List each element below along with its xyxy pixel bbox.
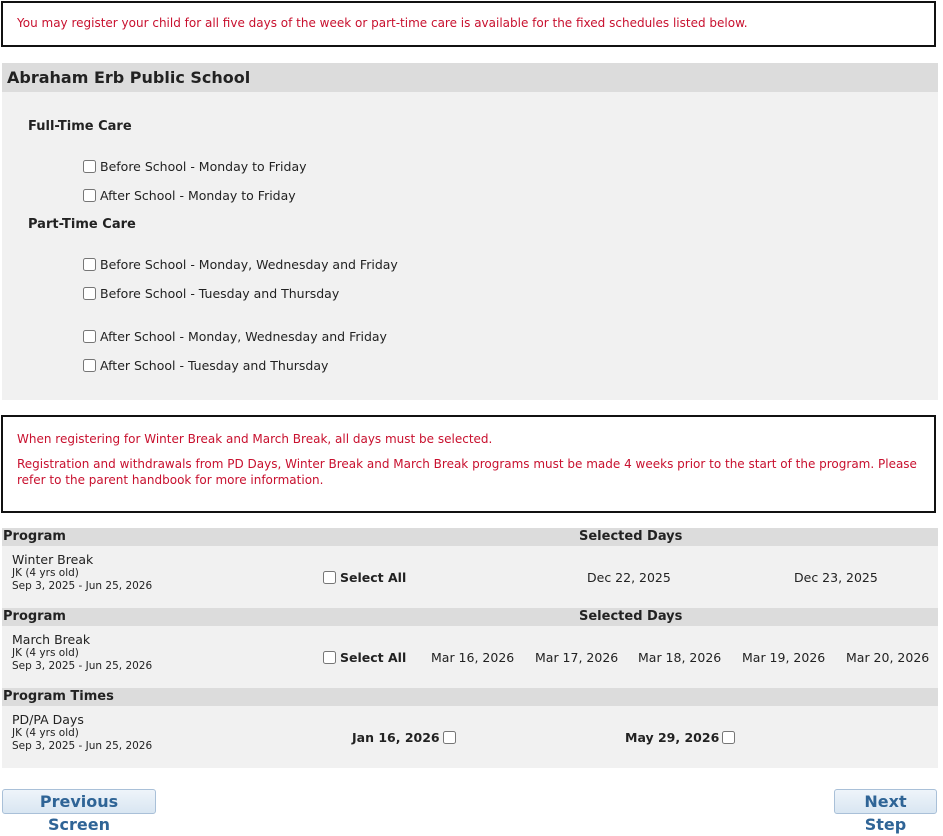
- checkbox-after-school-tt[interactable]: [83, 359, 96, 372]
- checkbox-before-school-tt[interactable]: [83, 287, 96, 300]
- program-grade: JK (4 yrs old): [12, 567, 79, 579]
- program-dates: Sep 3, 2025 - Jun 25, 2026: [12, 580, 153, 592]
- checkbox-before-school-mwf[interactable]: [83, 258, 96, 271]
- selected-days-column-header: Selected Days: [579, 609, 683, 624]
- full-time-care-heading: Full-Time Care: [28, 119, 132, 134]
- program-name: PD/PA Days: [12, 712, 84, 727]
- program-name: March Break: [12, 632, 91, 647]
- march-day-mar-18: Mar 18, 2026: [638, 650, 722, 665]
- pd-day-may-29[interactable]: May 29, 2026: [625, 730, 736, 745]
- pd-day-jan-16[interactable]: Jan 16, 2026: [352, 730, 456, 745]
- march-day-mar-20: Mar 20, 2026: [846, 650, 930, 665]
- program-times-column-header: Program Times: [3, 689, 114, 704]
- winter-break-info: Winter Break JK (4 yrs old) Sep 3, 2025 …: [12, 552, 152, 593]
- previous-screen-button[interactable]: Previous Screen: [2, 789, 156, 834]
- pd-header-band: Program Times: [2, 688, 938, 706]
- march-day-mar-17: Mar 17, 2026: [535, 650, 619, 665]
- checkbox-after-school-mwf[interactable]: [83, 330, 96, 343]
- winter-select-all[interactable]: Select All: [323, 570, 406, 585]
- registration-notice-text: You may register your child for all five…: [17, 16, 748, 30]
- program-dates: Sep 3, 2025 - Jun 25, 2026: [12, 660, 153, 672]
- part-time-care-heading: Part-Time Care: [28, 217, 136, 232]
- program-grade: JK (4 yrs old): [12, 647, 79, 659]
- march-day-mar-16: Mar 16, 2026: [431, 650, 515, 665]
- school-name: Abraham Erb Public School: [2, 63, 938, 92]
- winter-select-all-checkbox[interactable]: [323, 571, 336, 584]
- option-after-school-mon-fri[interactable]: After School - Monday to Friday: [82, 188, 296, 203]
- program-name: Winter Break: [12, 552, 94, 567]
- program-grade: JK (4 yrs old): [12, 727, 79, 739]
- winter-day-dec-23: Dec 23, 2025: [794, 570, 878, 585]
- option-before-school-mwf[interactable]: Before School - Monday, Wednesday and Fr…: [82, 257, 398, 272]
- option-after-school-tt[interactable]: After School - Tuesday and Thursday: [82, 358, 328, 373]
- winter-header-band: Program Selected Days: [2, 528, 938, 546]
- march-break-row: March Break JK (4 yrs old) Sep 3, 2025 -…: [2, 626, 938, 688]
- break-registration-notice: When registering for Winter Break and Ma…: [1, 415, 936, 513]
- next-step-button[interactable]: Next Step: [834, 789, 937, 834]
- march-break-info: March Break JK (4 yrs old) Sep 3, 2025 -…: [12, 632, 152, 673]
- program-dates: Sep 3, 2025 - Jun 25, 2026: [12, 740, 153, 752]
- option-before-school-tt[interactable]: Before School - Tuesday and Thursday: [82, 286, 339, 301]
- winter-march-notice-text: When registering for Winter Break and Ma…: [17, 432, 493, 446]
- pd-day-jan-16-checkbox[interactable]: [442, 731, 456, 744]
- pd-days-row: PD/PA Days JK (4 yrs old) Sep 3, 2025 - …: [2, 706, 938, 768]
- pd-days-info: PD/PA Days JK (4 yrs old) Sep 3, 2025 - …: [12, 712, 152, 753]
- program-column-header: Program: [3, 609, 66, 624]
- registration-notice: You may register your child for all five…: [1, 1, 936, 47]
- option-after-school-mwf[interactable]: After School - Monday, Wednesday and Fri…: [82, 329, 387, 344]
- winter-break-row: Winter Break JK (4 yrs old) Sep 3, 2025 …: [2, 546, 938, 608]
- deadline-notice-text: Registration and withdrawals from PD Day…: [17, 457, 917, 487]
- march-select-all[interactable]: Select All: [323, 650, 406, 665]
- checkbox-before-school-mon-fri[interactable]: [83, 160, 96, 173]
- winter-day-dec-22: Dec 22, 2025: [587, 570, 671, 585]
- march-select-all-checkbox[interactable]: [323, 651, 336, 664]
- option-before-school-mon-fri[interactable]: Before School - Monday to Friday: [82, 159, 307, 174]
- pd-day-may-29-checkbox[interactable]: [722, 731, 736, 744]
- checkbox-after-school-mon-fri[interactable]: [83, 189, 96, 202]
- march-header-band: Program Selected Days: [2, 608, 938, 626]
- program-column-header: Program: [3, 529, 66, 544]
- march-day-mar-19: Mar 19, 2026: [742, 650, 826, 665]
- school-panel: Abraham Erb Public School Full-Time Care…: [2, 63, 938, 400]
- selected-days-column-header: Selected Days: [579, 529, 683, 544]
